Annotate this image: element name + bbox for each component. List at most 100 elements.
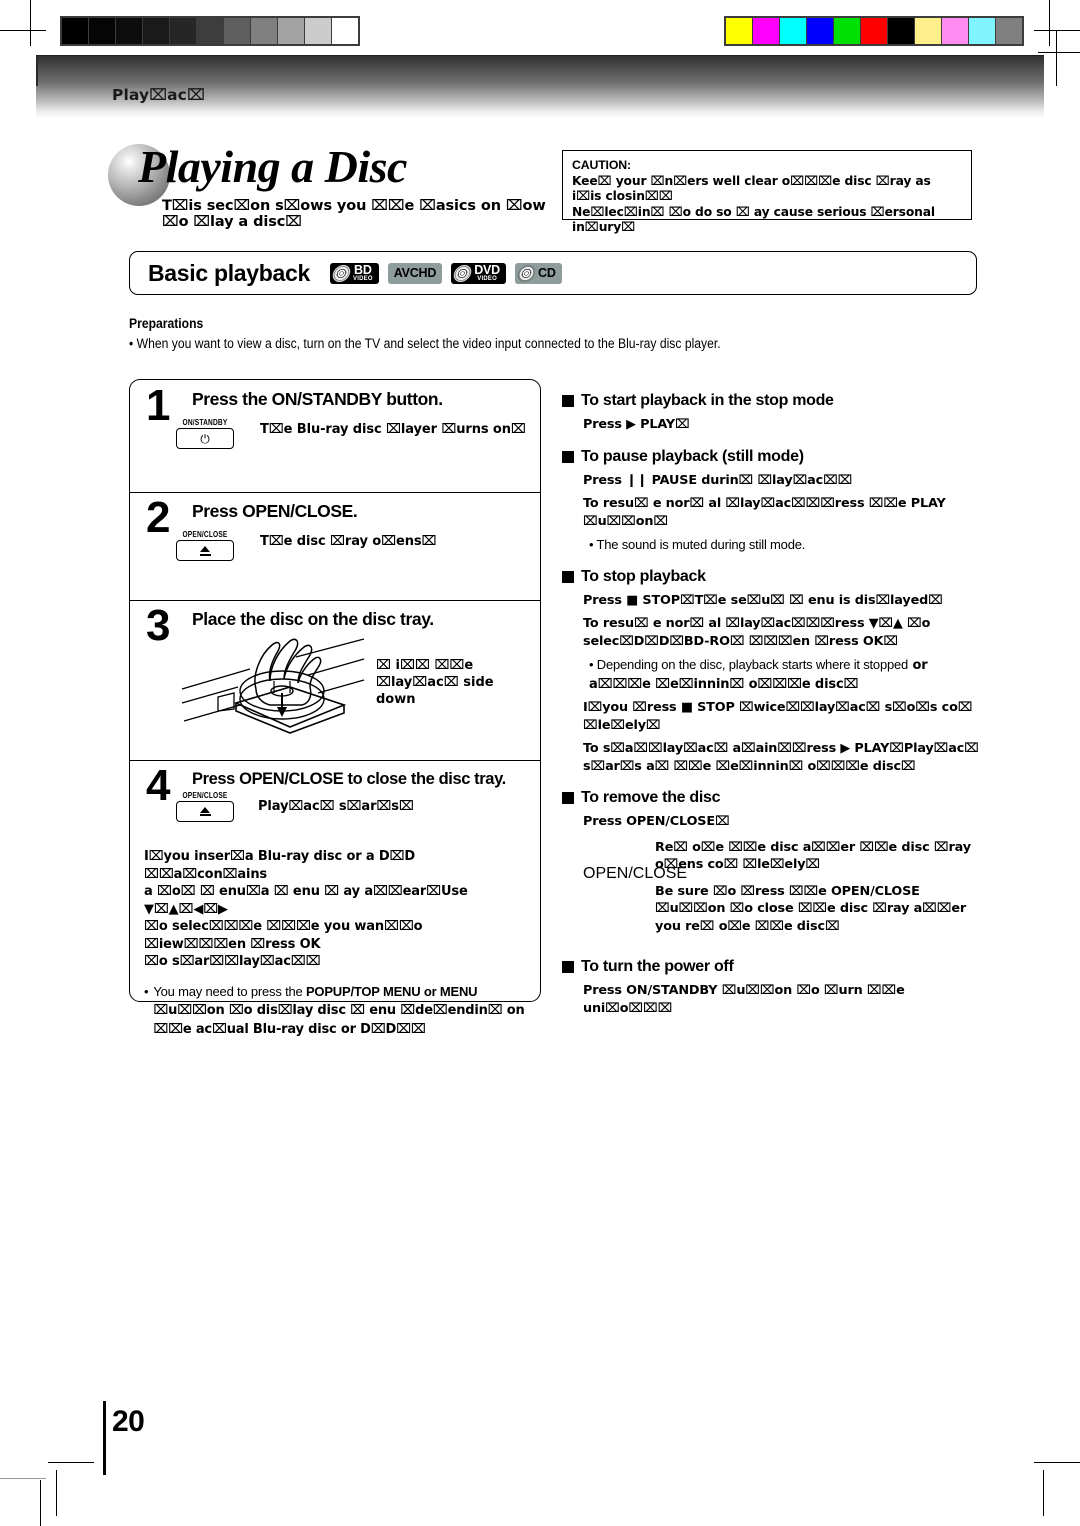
crop-mark-top-left-h (0, 30, 46, 31)
step-2-button-row: OPEN/CLOSE T⌧e disc ⌧ray o⌧ens⌧ (144, 529, 526, 562)
disc-icon (452, 264, 474, 282)
section-2: To stop playback Press ■ STOP⌧T⌧e se⌧u⌧ ⌧… (562, 568, 982, 776)
openclose-key-label-remove: OPEN/CLOSE (583, 864, 688, 882)
openclose-key-label-step2: OPEN/CLOSE (182, 529, 228, 540)
step-1: 1 Press the ON/STANDBY button. ON/STANDB… (130, 380, 540, 492)
step-4-note-line-2: a ⌧o⌧ ⌧ enu⌧a ⌧ enu ⌧ ay a⌧⌧ear⌧Use (144, 884, 468, 900)
badge-cd: CD (515, 262, 562, 284)
color-swatch (861, 18, 887, 44)
openclose-keycap-remove[interactable]: OPEN/CLOSE (583, 839, 688, 945)
badge-name: CD (538, 265, 556, 280)
step-3-fig-line-1: ⌧ i⌧⌧ ⌧⌧e ⌧lay⌧ac⌧ side (376, 658, 494, 691)
page-number-rule (103, 1401, 106, 1475)
preparations-block: Preparations • When you want to view a d… (129, 316, 989, 351)
right-column: To start playback in the stop mode Press … (562, 378, 982, 1021)
bullet-normal-text: • Depending on the disc, playback starts… (589, 657, 909, 672)
grayscale-swatch (143, 18, 169, 44)
caution-line-1: Kee⌧ your ⌧n⌧ers well clear o⌧⌧⌧e disc ⌧… (572, 173, 931, 204)
section-heading-row: To stop playback (562, 568, 982, 586)
step-4-bullet: • You may need to press the POPUP/TOP ME… (144, 983, 526, 1039)
openclose-keycap-step4[interactable]: OPEN/CLOSE (176, 790, 234, 823)
step-2-text: T⌧e disc ⌧ray o⌧ens⌧ (260, 534, 437, 550)
section-bullet: • The sound is muted during still mode. (589, 537, 806, 552)
onstandby-keycap[interactable]: ON/STANDBY ⏻ (176, 417, 234, 450)
section-heading-row: To turn the power off (562, 958, 982, 976)
color-swatch (780, 18, 806, 44)
step-4-bullet-text-b: POPUP/TOP MENU or MENU (305, 983, 478, 999)
section-heading: To start playback in the stop mode (581, 392, 834, 409)
section-heading: To stop playback (581, 567, 706, 585)
step-4-button-row: OPEN/CLOSE Play⌧ac⌧ s⌧ar⌧s⌧ (144, 790, 526, 823)
section-header-band: Play⌧ac⌧ (36, 56, 1044, 118)
grayscale-swatch (197, 18, 223, 44)
openclose-key-box-step2[interactable] (176, 540, 234, 562)
section-heading-row: To start playback in the stop mode (562, 392, 982, 410)
badge-sub: VIDEO (353, 275, 373, 282)
color-swatch (888, 18, 914, 44)
basic-playback-banner: Basic playback BD VIDEO AVCHD DVD VIDEO CD (129, 251, 977, 295)
crop-mark-bottom-left-h (0, 1478, 46, 1479)
eject-icon (199, 806, 211, 817)
press-line: Press OPEN/CLOSE⌧ (583, 814, 730, 829)
step-4: 4 Press OPEN/CLOSE to close the disc tra… (130, 760, 540, 1038)
section-line: Press ■ STOP⌧T⌧e se⌧u⌧ ⌧ enu is dis⌧laye… (583, 592, 943, 608)
section-line: Press ON/STANDBY ⌧u⌧⌧on ⌧o ⌧urn ⌧⌧e uni⌧… (583, 983, 905, 1016)
step-4-bullet-text-c: ⌧u⌧⌧on ⌧o dis⌧lay disc ⌧ enu ⌧de⌧endin⌧ … (153, 1003, 525, 1037)
crop-mark-top-right-h (1034, 30, 1080, 31)
steps-panel: 1 Press the ON/STANDBY button. ON/STANDB… (129, 379, 541, 1037)
section-4: To turn the power off Press ON/STANDBY ⌧u… (562, 958, 982, 1017)
caution-line-2: Ne⌧lec⌧in⌧ ⌧o do so ⌧ ay cause serious ⌧… (572, 204, 935, 235)
step-4-note-line-1: I⌧you inser⌧a Blu-ray disc or a D⌧D ⌧⌧a⌧… (144, 849, 415, 882)
section-heading-row: To pause playback (still mode) (562, 448, 982, 466)
page-subtitle: T⌧is sec⌧on s⌧ows you ⌧⌧e ⌧asics on ⌧ow … (162, 198, 546, 230)
step-4-note: I⌧you inser⌧a Blu-ray disc or a D⌧D ⌧⌧a⌧… (144, 848, 526, 971)
crop-mark-bottom-left-v (40, 1480, 41, 1526)
square-bullet-icon (562, 792, 574, 804)
step-4-bullet-text-a: You may need to press the (153, 983, 306, 999)
section-line: To resu⌧ e nor⌧ al ⌧lay⌧ac⌧⌧⌧ress ⌧⌧e PL… (583, 496, 946, 529)
disc-tray-illustration (178, 631, 368, 754)
openclose-key-label-step4: OPEN/CLOSE (182, 790, 228, 801)
preparations-heading: Preparations (129, 316, 204, 331)
color-swatch (807, 18, 833, 44)
step-3-figure-text: ⌧ i⌧⌧ ⌧⌧e ⌧lay⌧ac⌧ side down (376, 657, 526, 708)
section-bullet-mixed: • Depending on the disc, playback starts… (589, 656, 982, 693)
step-1-button-row: ON/STANDBY ⏻ T⌧e Blu-ray disc ⌧layer ⌧ur… (144, 417, 526, 450)
step-3-heading: Place the disc on the disc tray. (192, 609, 434, 629)
openclose-keycap-step2[interactable]: OPEN/CLOSE (176, 529, 234, 562)
page-title-group: Playing a Disc T⌧is sec⌧on s⌧ows you ⌧⌧e… (108, 140, 568, 230)
grayscale-calibration-bar (60, 16, 360, 46)
crop-mark-bottom-right-h (1034, 1462, 1080, 1463)
step-3: 3 Place the disc on the disc tray. ⌧ i⌧⌧… (130, 600, 540, 760)
preparations-bullet: • When you want to view a disc, turn on … (129, 336, 721, 351)
crop-mark-bottom-left-h2 (48, 1462, 94, 1463)
step-2-number: 2 (146, 493, 171, 542)
crop-mark-top-left-v (30, 0, 31, 46)
section-1: To pause playback (still mode) Press ❙❙ P… (562, 448, 982, 554)
grayscale-swatch (224, 18, 250, 44)
step-4-number: 4 (146, 761, 171, 810)
onstandby-key-box[interactable]: ⏻ (176, 428, 234, 450)
step-1-text: T⌧e Blu-ray disc ⌧layer ⌧urns on⌧ (260, 422, 526, 438)
page-title: Playing a Disc (138, 141, 407, 192)
grayscale-swatch (116, 18, 142, 44)
grayscale-swatch (332, 18, 358, 44)
remove-para-2: Be sure ⌧o ⌧ress ⌧⌧e OPEN/CLOSE ⌧u⌧⌧on ⌧… (655, 883, 967, 934)
grayscale-swatch (305, 18, 331, 44)
section-line: Press ▶ PLAY⌧ (583, 417, 690, 432)
color-swatch (969, 18, 995, 44)
step-4-note-line-3: ⌧o selec⌧⌧⌧e ⌧⌧⌧e you wan⌧⌧o ⌧iew⌧⌧⌧en ⌧… (144, 919, 423, 952)
crop-mark-right-edge-h (1038, 52, 1080, 53)
openclose-key-box-step4[interactable] (176, 801, 234, 823)
disc-icon (330, 264, 353, 282)
grayscale-swatch (89, 18, 115, 44)
badge-bd: BD VIDEO (330, 262, 379, 284)
power-icon: ⏻ (200, 431, 210, 446)
section-line: To s⌧a⌧⌧lay⌧ac⌧ a⌧ain⌧⌧ress ▶ PLAY⌧Play⌧… (583, 741, 979, 774)
section-line: To resu⌧ e nor⌧ al ⌧lay⌧ac⌧⌧⌧ress ▼⌧▲ ⌧o… (583, 616, 931, 649)
step-4-note-arrows: ▼⌧▲⌧◀⌧▶ (144, 901, 228, 917)
running-head-label: Play⌧ac⌧ (112, 86, 205, 104)
section-heading: To turn the power off (581, 958, 734, 975)
square-bullet-icon (562, 395, 574, 407)
disc-icon (515, 264, 538, 282)
